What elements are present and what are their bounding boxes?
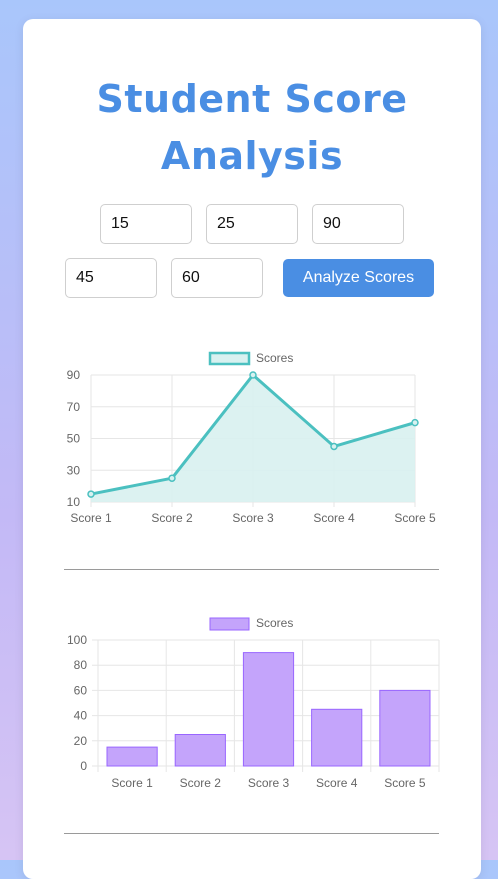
y-tick-label: 70 [67, 400, 81, 414]
y-tick-label: 30 [67, 463, 81, 477]
data-point [168, 474, 176, 482]
page-title-line: Student Score [96, 77, 408, 121]
y-tick-label: 90 [67, 368, 81, 382]
bar-chart: Scores 0 20 40 60 80 100 Score 1 Score 2 Score 3 S… [67, 616, 440, 790]
data-point [87, 490, 95, 498]
x-tick-label: Score 2 [151, 511, 193, 525]
bar [174, 734, 226, 767]
y-tick-label: 10 [67, 495, 81, 509]
y-tick-label: 60 [74, 683, 88, 697]
y-tick-label: 100 [67, 633, 87, 647]
page-title: Student Score Analysis [23, 71, 481, 185]
analyze-scores-button[interactable]: Analyze Scores [283, 259, 434, 297]
bar [106, 746, 158, 767]
bar [379, 689, 431, 767]
x-tick-label: Score 3 [248, 776, 290, 790]
score-input-3[interactable] [312, 204, 404, 244]
y-tick-label: 80 [74, 658, 88, 672]
y-tick-label: 50 [67, 432, 81, 446]
main-card: Student Score Analysis Analyze Scores Sco… [23, 19, 481, 879]
score-input-5[interactable] [171, 258, 263, 298]
page-title-line: Analysis [160, 134, 344, 178]
data-point [411, 418, 419, 427]
legend-label: Scores [256, 616, 293, 630]
score-input-1[interactable] [100, 204, 192, 244]
data-point [249, 371, 257, 379]
x-tick-label: Score 1 [111, 776, 153, 790]
divider [64, 833, 439, 834]
x-tick-label: Score 4 [313, 511, 355, 525]
legend-swatch [209, 617, 250, 631]
x-tick-label: Score 1 [70, 511, 112, 525]
divider [64, 569, 439, 570]
x-tick-label: Score 2 [180, 776, 222, 790]
legend-label: Scores [256, 351, 293, 365]
data-point [330, 442, 338, 451]
legend-swatch [208, 351, 251, 366]
score-input-2[interactable] [206, 204, 298, 244]
bar [242, 652, 295, 767]
x-tick-label: Score 4 [316, 776, 358, 790]
y-tick-label: 0 [80, 759, 87, 773]
x-tick-label: Score 3 [232, 511, 274, 525]
score-input-4[interactable] [65, 258, 157, 298]
y-tick-label: 20 [74, 734, 88, 748]
line-chart: Scores 10 30 50 70 90 Score 1 Score 2 Score 3 Sco… [67, 351, 436, 525]
bar [311, 708, 363, 767]
x-tick-label: Score 5 [384, 776, 426, 790]
x-tick-label: Score 5 [394, 511, 436, 525]
y-tick-label: 40 [74, 709, 88, 723]
